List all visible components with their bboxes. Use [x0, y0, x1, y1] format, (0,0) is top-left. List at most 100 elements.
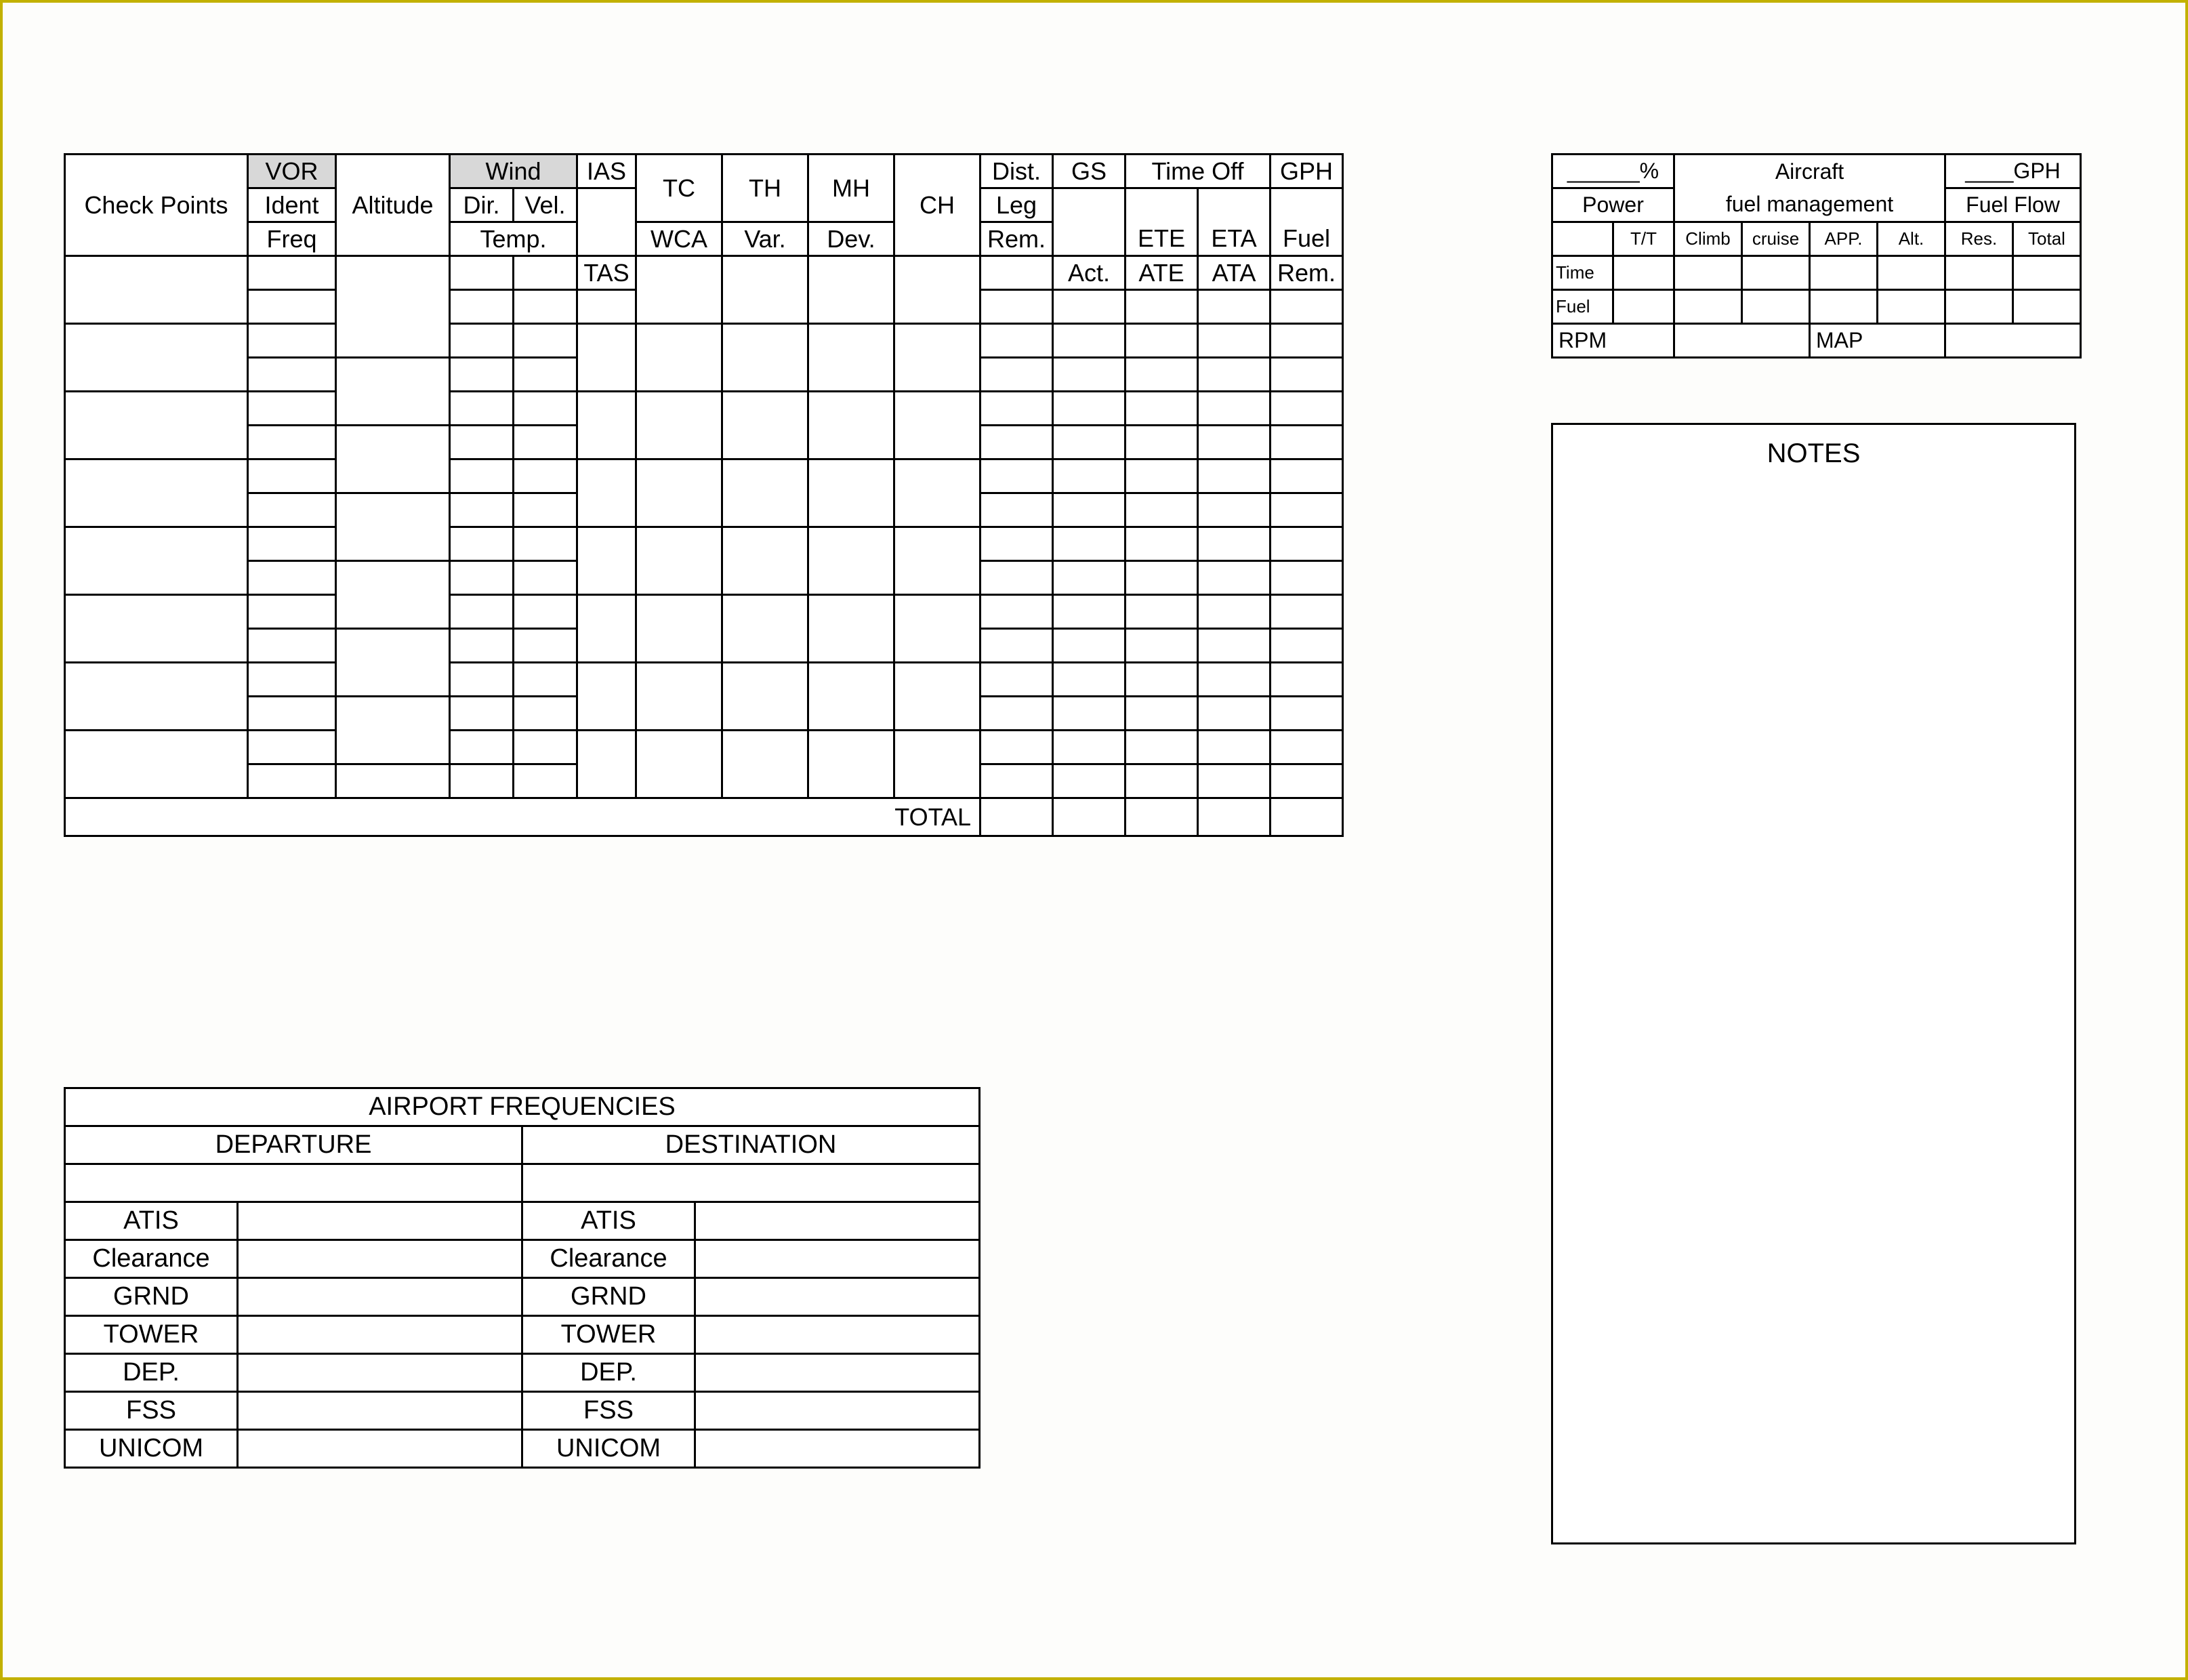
ias-r1[interactable] [577, 324, 636, 358]
chk-r7b[interactable] [65, 764, 248, 798]
mh-r5[interactable] [808, 595, 894, 663]
tc-r2[interactable] [636, 392, 722, 459]
vor-r5a[interactable] [248, 595, 336, 629]
eta-r3a[interactable] [1198, 459, 1271, 493]
chk-r1b[interactable] [65, 358, 248, 392]
freq-dest-dep-value[interactable] [695, 1354, 980, 1392]
chk-r6a[interactable] [65, 663, 248, 697]
vor-r5b[interactable] [248, 629, 336, 663]
fm-time-cruise[interactable] [1742, 256, 1810, 290]
gs-r4b[interactable] [1053, 561, 1126, 595]
dist-r0a[interactable] [981, 256, 1053, 290]
dist-r2a[interactable] [981, 392, 1053, 426]
alt-r2[interactable] [336, 426, 450, 459]
eta-r1b[interactable] [1198, 358, 1271, 392]
fm-time-res[interactable] [1945, 256, 2013, 290]
ete-r3a[interactable] [1126, 459, 1198, 493]
fuel-r5a[interactable] [1271, 595, 1343, 629]
wv-r6a[interactable] [514, 663, 577, 697]
gs-r7b[interactable] [1053, 764, 1126, 798]
wd-r0b[interactable] [450, 290, 514, 324]
freq-dep-dep-value[interactable] [238, 1354, 522, 1392]
wv-r3a[interactable] [514, 459, 577, 493]
fm-fuel-alt[interactable] [1878, 290, 1945, 324]
tc-r3[interactable] [636, 459, 722, 527]
wd-r7b[interactable] [450, 764, 514, 798]
eta-r2a[interactable] [1198, 392, 1271, 426]
ete-r7b[interactable] [1126, 764, 1198, 798]
th-r0[interactable] [722, 256, 808, 324]
fuel-r4a[interactable] [1271, 527, 1343, 561]
ch-r6[interactable] [894, 663, 981, 731]
tas-r0[interactable] [577, 290, 636, 324]
alt-r3c[interactable] [336, 527, 450, 561]
tas-r2[interactable] [577, 426, 636, 459]
gs-r1b[interactable] [1053, 358, 1126, 392]
freq-dest-fss-value[interactable] [695, 1392, 980, 1430]
fuel-r7a[interactable] [1271, 731, 1343, 764]
th-r1[interactable] [722, 324, 808, 392]
ete-r6b[interactable] [1126, 697, 1198, 731]
chk-r3b[interactable] [65, 493, 248, 527]
total-fuel[interactable] [1271, 798, 1343, 836]
gs-r5a[interactable] [1053, 595, 1126, 629]
gs-r6b[interactable] [1053, 697, 1126, 731]
wd-r6b[interactable] [450, 697, 514, 731]
wd-r6a[interactable] [450, 663, 514, 697]
fuel-r1b[interactable] [1271, 358, 1343, 392]
vor-r1a[interactable] [248, 324, 336, 358]
tas-r7[interactable] [577, 764, 636, 798]
eta-r5a[interactable] [1198, 595, 1271, 629]
fm-fuel-res[interactable] [1945, 290, 2013, 324]
ete-r3b[interactable] [1126, 493, 1198, 527]
fuel-r2a[interactable] [1271, 392, 1343, 426]
alt-r1[interactable] [336, 358, 450, 392]
fm-fuel-cruise[interactable] [1742, 290, 1810, 324]
freq-dep-unicom-value[interactable] [238, 1430, 522, 1468]
alt-r0c[interactable] [336, 324, 450, 358]
fuel-r3b[interactable] [1271, 493, 1343, 527]
wv-r4b[interactable] [514, 561, 577, 595]
fm-fuel-tt[interactable] [1613, 290, 1674, 324]
gs-r1a[interactable] [1053, 324, 1126, 358]
ch-r1[interactable] [894, 324, 981, 392]
vor-r7a[interactable] [248, 731, 336, 764]
vor-r2a[interactable] [248, 392, 336, 426]
ete-r5a[interactable] [1126, 595, 1198, 629]
wd-r3b[interactable] [450, 493, 514, 527]
ias-r5[interactable] [577, 595, 636, 629]
freq-dest-grnd-value[interactable] [695, 1278, 980, 1316]
vor-r6b[interactable] [248, 697, 336, 731]
fm-time-app[interactable] [1810, 256, 1878, 290]
alt-r1c[interactable] [336, 392, 450, 426]
dist-r7b[interactable] [981, 764, 1053, 798]
eta-r7a[interactable] [1198, 731, 1271, 764]
freq-dep-atis-value[interactable] [238, 1202, 522, 1240]
chk-r5a[interactable] [65, 595, 248, 629]
chk-r6b[interactable] [65, 697, 248, 731]
fuel-r4b[interactable] [1271, 561, 1343, 595]
chk-r4a[interactable] [65, 527, 248, 561]
ete-r4a[interactable] [1126, 527, 1198, 561]
fuel-r2b[interactable] [1271, 426, 1343, 459]
vor-r7b[interactable] [248, 764, 336, 798]
total-ete[interactable] [1126, 798, 1198, 836]
dist-r2b[interactable] [981, 426, 1053, 459]
wd-r7a[interactable] [450, 731, 514, 764]
fm-time-alt[interactable] [1878, 256, 1945, 290]
chk-r0b[interactable] [65, 290, 248, 324]
fuel-r1a[interactable] [1271, 324, 1343, 358]
tas-r3[interactable] [577, 493, 636, 527]
eta-r3b[interactable] [1198, 493, 1271, 527]
dist-r6a[interactable] [981, 663, 1053, 697]
fm-fuel-total[interactable] [2013, 290, 2081, 324]
wd-r0a[interactable] [450, 256, 514, 290]
wd-r1a[interactable] [450, 324, 514, 358]
wv-r5b[interactable] [514, 629, 577, 663]
dist-r1a[interactable] [981, 324, 1053, 358]
alt-r3[interactable] [336, 493, 450, 527]
alt-r2c[interactable] [336, 459, 450, 493]
wv-r1b[interactable] [514, 358, 577, 392]
wd-r3a[interactable] [450, 459, 514, 493]
fm-fuel-climb[interactable] [1674, 290, 1742, 324]
